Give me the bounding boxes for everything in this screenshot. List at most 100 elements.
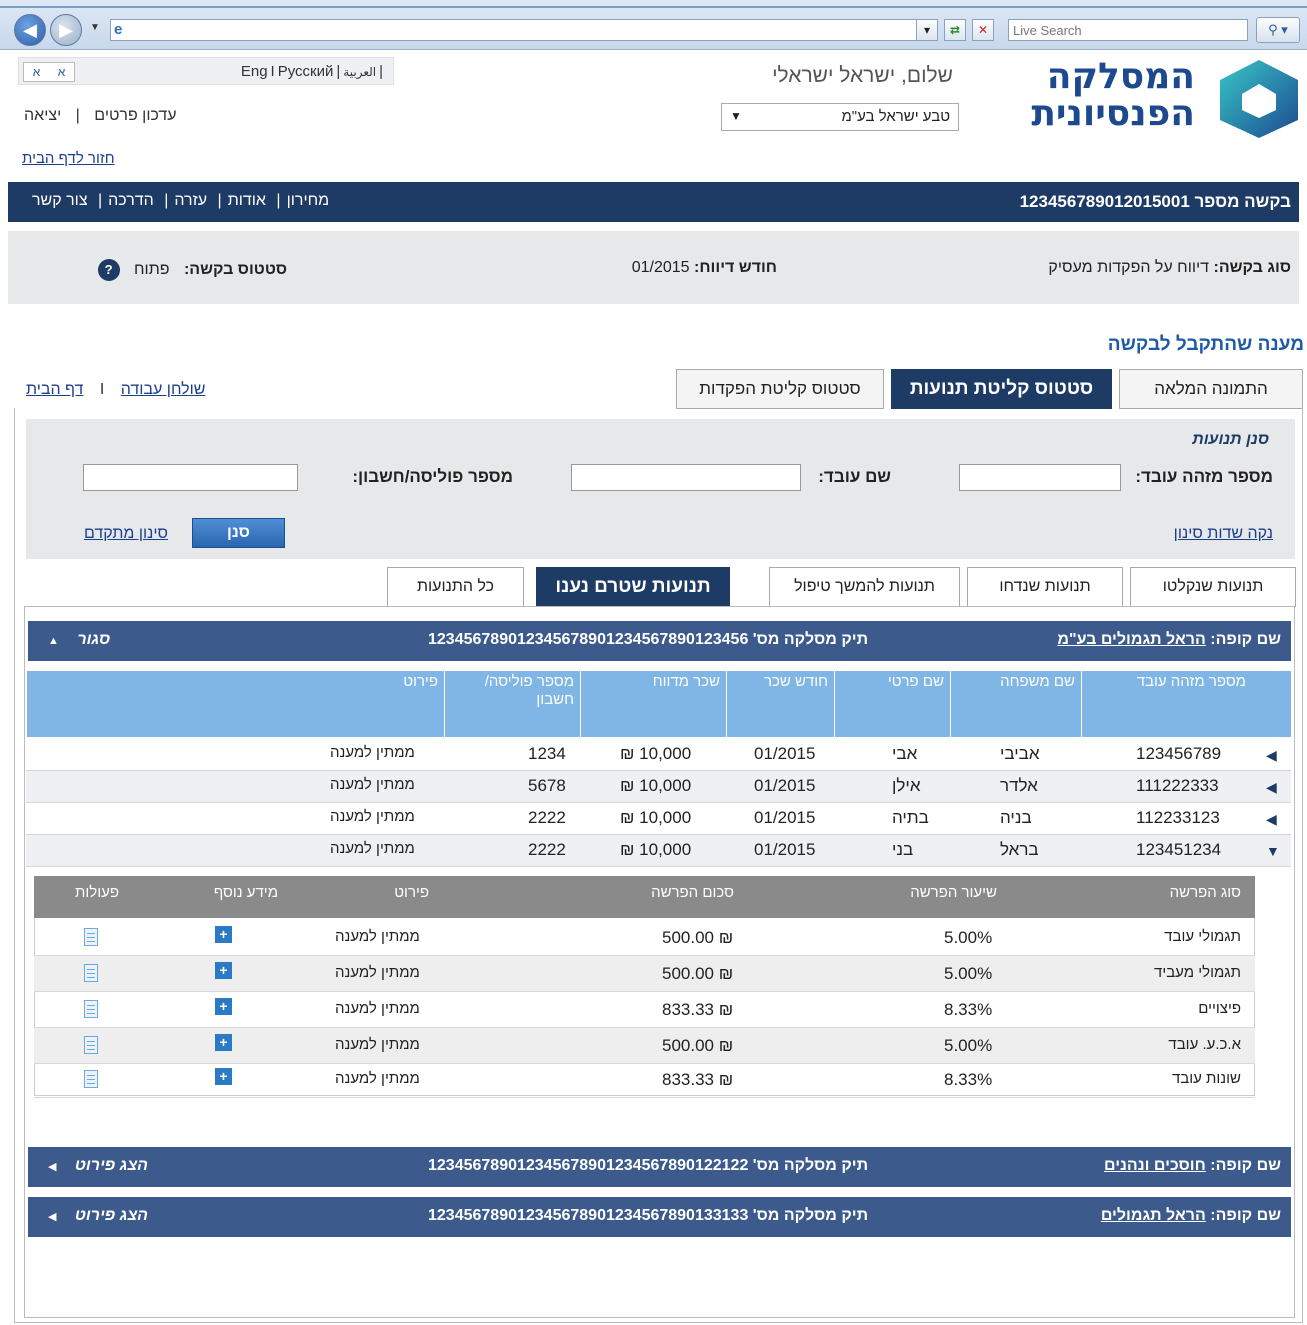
refresh-icon[interactable]: ⇄	[944, 19, 966, 41]
menu-price-list[interactable]: מחירון	[287, 192, 330, 209]
back-icon[interactable]: ◀	[14, 14, 46, 46]
show-detail-label[interactable]: הצג פירוט	[75, 1207, 148, 1224]
status-label: סטטוס בקשה:	[183, 261, 287, 279]
fund-toggle[interactable]: סגור ▲	[48, 631, 110, 649]
plus-icon[interactable]: +	[215, 926, 232, 943]
cell-detail: ממתין למענה	[335, 1000, 420, 1017]
menu-about[interactable]: אודות	[228, 192, 266, 209]
collapse-label[interactable]: סגור	[77, 631, 110, 648]
collapse-icon[interactable]: ▼	[1266, 843, 1280, 859]
fund-name-link[interactable]: הראל תגמולים	[1101, 1207, 1206, 1224]
triangle-left-icon[interactable]: ◀	[48, 1211, 56, 1223]
policy-label: מספר פוליסה/חשבון:	[352, 467, 513, 486]
fund-toggle[interactable]: הצג פירוט ◀	[48, 1207, 148, 1225]
employee-name-input[interactable]	[571, 464, 801, 491]
fund-toggle[interactable]: הצג פירוט ◀	[48, 1157, 148, 1175]
history-dropdown-icon[interactable]: ▼	[90, 22, 100, 33]
lang-russian[interactable]: Русский	[278, 63, 334, 80]
show-detail-label[interactable]: הצג פירוט	[75, 1157, 148, 1174]
address-bar[interactable]: e	[110, 19, 936, 41]
expand-icon[interactable]: ◀	[1266, 811, 1277, 828]
advanced-filter-link[interactable]: סינון מתקדם	[84, 525, 168, 543]
tab-rejected[interactable]: תנועות שנדחו	[967, 567, 1123, 607]
lang-arabic[interactable]: العربية	[343, 65, 376, 79]
fund-name: שם קופה: הראל תגמולים בע"מ	[1057, 631, 1281, 649]
cell-type: פיצויים	[1198, 1000, 1241, 1017]
triangle-up-icon[interactable]: ▲	[48, 635, 59, 647]
col-allocation-type: סוג הפרשה	[1169, 884, 1241, 901]
update-details-link[interactable]: עדכון פרטים	[94, 107, 176, 124]
text-size-small[interactable]: א	[58, 65, 66, 79]
text-size-large[interactable]: א	[33, 65, 41, 79]
document-icon[interactable]	[84, 1070, 98, 1088]
col-employee-id: מספר מזהה עובד	[1081, 671, 1252, 737]
user-links: עדכון פרטים | יציאה	[24, 107, 177, 125]
employee-id-input[interactable]	[959, 464, 1121, 491]
clear-filters-link[interactable]: נקה שדות סינון	[1174, 525, 1273, 543]
plus-icon[interactable]: +	[215, 962, 232, 979]
chevron-down-icon: ▼	[730, 109, 742, 123]
document-icon[interactable]	[84, 928, 98, 946]
plus-icon[interactable]: +	[215, 1068, 232, 1085]
col-detail: פירוט	[394, 884, 429, 901]
cell-policy: 2222	[528, 808, 566, 827]
forward-icon[interactable]: ▶	[50, 14, 82, 46]
cell-employee-id: 123451234	[1136, 840, 1222, 859]
document-icon[interactable]	[84, 1036, 98, 1054]
logo-line2: הפנסיונית	[1031, 93, 1195, 134]
expand-icon[interactable]: ◀	[1266, 747, 1277, 764]
plus-icon[interactable]: +	[215, 998, 232, 1015]
live-search-input[interactable]: Live Search	[1008, 19, 1248, 41]
table-row[interactable]: 123456789 אביבי אבי 01/2015 10,000 ₪ 123…	[26, 739, 1291, 771]
cell-detail: ממתין למענה	[330, 808, 415, 825]
clearing-file: תיק מסלקה מס' 12345678901234567890123456…	[428, 1207, 868, 1225]
address-dropdown-icon[interactable]: ▾	[916, 19, 938, 41]
allocation-row: תגמולי עובד 5.00% ₪ 500.00 ממתין למענה +	[34, 920, 1255, 956]
employer-select[interactable]: טבע ישראל בע"מ ▼	[721, 103, 959, 131]
filter-button[interactable]: סנן	[192, 518, 285, 548]
document-icon[interactable]	[84, 1000, 98, 1018]
table-row[interactable]: 111222333 אלדר אילן 01/2015 10,000 ₪ 567…	[26, 771, 1291, 803]
report-month: חודש דיווח: 01/2015	[632, 259, 777, 277]
expand-icon[interactable]: ◀	[1266, 779, 1277, 796]
tab-movements-status[interactable]: סטטוס קליטת תנועות	[891, 369, 1112, 409]
policy-input[interactable]	[83, 464, 298, 491]
search-icon[interactable]: ⚲ ▾	[1256, 17, 1300, 43]
menu-guide[interactable]: הדרכה	[108, 192, 154, 209]
request-type-value: דיווח על הפקדות מעסיק	[1048, 259, 1210, 276]
tab-not-answered[interactable]: תנועות שטרם נענו	[536, 567, 730, 607]
lang-english[interactable]: Eng	[241, 63, 268, 80]
tab-all[interactable]: כל התנועות	[387, 567, 524, 607]
tab-deposits-status[interactable]: סטטוס קליטת הפקדות	[676, 369, 884, 409]
triangle-left-icon[interactable]: ◀	[48, 1161, 56, 1173]
cell-salary: 10,000 ₪	[620, 808, 692, 827]
fund-name-link[interactable]: חוסכים ונהנים	[1104, 1157, 1206, 1174]
cell-month: 01/2015	[754, 840, 816, 859]
cell-type: שונות עובד	[1171, 1070, 1241, 1087]
table-row[interactable]: 123451234 בראל בני 01/2015 10,000 ₪ 2222…	[26, 835, 1291, 867]
employer-value: טבע ישראל בע"מ	[841, 108, 951, 125]
text-size-toggle[interactable]: א א	[23, 62, 75, 82]
plus-icon[interactable]: +	[215, 1034, 232, 1051]
allocation-row: תגמולי מעביד 5.00% ₪ 500.00 ממתין למענה …	[34, 956, 1255, 992]
cell-employee-id: 112233123	[1136, 808, 1220, 827]
work-table-link[interactable]: שולחן עבודה	[121, 381, 206, 398]
help-icon[interactable]: ?	[97, 259, 120, 281]
home-page-link[interactable]: דף הבית	[26, 381, 83, 398]
logo-text: המסלקה הפנסיונית	[1031, 58, 1195, 132]
table-row[interactable]: 112233123 בניה בתיה 01/2015 10,000 ₪ 222…	[26, 803, 1291, 835]
tab-accepted[interactable]: תנועות שנקלטו	[1130, 567, 1296, 607]
logo-line1: המסלקה	[1046, 56, 1195, 97]
document-icon[interactable]	[84, 964, 98, 982]
tab-pending-handling[interactable]: תנועות להמשך טיפול	[769, 567, 960, 607]
fund-name-link[interactable]: הראל תגמולים בע"מ	[1057, 631, 1205, 648]
menu-contact[interactable]: צור קשר	[32, 192, 88, 209]
section-title: מענה שהתקבל לבקשה	[1107, 334, 1304, 355]
clearing-file: תיק מסלקה מס' 12345678901234567890123456…	[428, 631, 868, 649]
cell-policy: 5678	[528, 776, 566, 795]
stop-icon[interactable]: ✕	[972, 19, 994, 41]
tab-full-picture[interactable]: התמונה המלאה	[1119, 369, 1303, 409]
logout-link[interactable]: יציאה	[24, 107, 61, 124]
home-link[interactable]: חזור לדף הבית	[22, 150, 115, 167]
menu-help[interactable]: עזרה	[174, 192, 207, 209]
